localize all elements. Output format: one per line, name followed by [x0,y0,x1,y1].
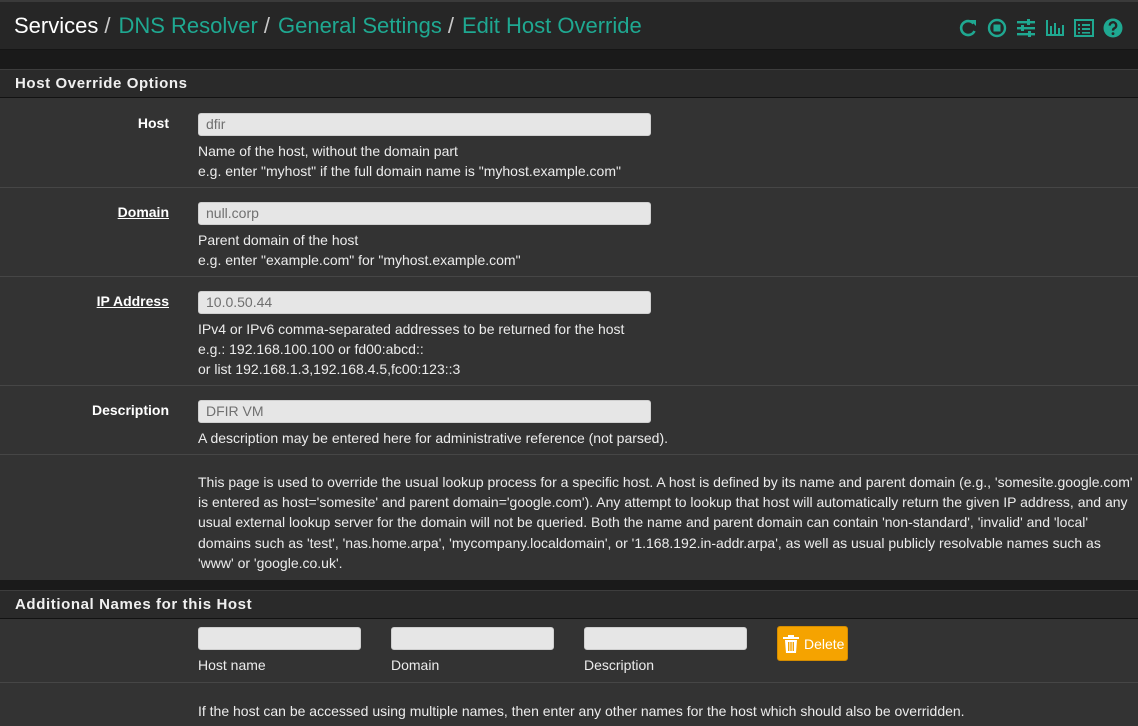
description-row: Description DFIR VM A description may be… [0,386,1138,455]
breadcrumb-separator: / [104,13,111,38]
additional-host-name-input[interactable] [198,627,361,650]
log-list-icon[interactable] [1073,17,1095,39]
ip-help-line3: or list 192.168.1.3,192.168.4.5,fc00:123… [198,361,461,377]
domain-input[interactable]: null.corp [198,202,651,225]
delete-button[interactable]: Delete [777,626,848,661]
breadcrumb-separator: / [263,13,270,38]
spacer-strip [0,50,1138,69]
domain-help-line1: Parent domain of the host [198,232,359,248]
host-override-info-text: This page is used to override the usual … [198,474,1133,571]
host-name-sublabel: Host name [198,657,266,673]
breadcrumb-services[interactable]: Services [14,13,98,38]
host-help-line1: Name of the host, without the domain par… [198,143,458,159]
ip-help-line2: e.g.: 192.168.100.100 or fd00:abcd:: [198,341,424,357]
breadcrumb-general-settings[interactable]: General Settings [278,13,442,38]
settings-sliders-icon[interactable] [1015,17,1037,39]
delete-button-label: Delete [804,635,845,652]
host-row: Host dfir Name of the host, without the … [0,98,1138,188]
host-input[interactable]: dfir [198,113,651,136]
ip-help-line1: IPv4 or IPv6 comma-separated addresses t… [198,321,625,337]
domain-row: Domain null.corp Parent domain of the ho… [0,188,1138,277]
breadcrumb: Services / DNS Resolver / General Settings / E… [14,13,642,39]
ip-address-input[interactable]: 10.0.50.44 [198,291,651,314]
description-input[interactable]: DFIR VM [198,400,651,423]
bar-chart-icon[interactable] [1044,17,1066,39]
breadcrumb-separator: / [447,13,454,38]
additional-names-info-row: If the host can be accessed using multip… [0,683,1138,726]
spacer-strip [0,580,1138,590]
breadcrumb-edit-host-override[interactable]: Edit Host Override [462,13,642,38]
additional-names-info-text: If the host can be accessed using multip… [198,703,965,719]
page-header: Services / DNS Resolver / General Settings / E… [0,0,1138,50]
reload-icon[interactable] [957,17,979,39]
breadcrumb-dns-resolver[interactable]: DNS Resolver [118,13,257,38]
description-label: Description [91,402,169,418]
description-help: A description may be entered here for ad… [198,430,669,446]
header-icons [957,17,1124,39]
additional-description-input[interactable] [584,627,747,650]
help-icon[interactable] [1102,17,1124,39]
host-override-options-heading: Host Override Options [0,69,1138,98]
ip-address-label[interactable]: IP Address [97,293,169,309]
trash-icon [783,634,799,653]
info-row: This page is used to override the usual … [0,455,1138,580]
additional-domain-input[interactable] [391,627,554,650]
ip-address-row: IP Address 10.0.50.44 IPv4 or IPv6 comma… [0,277,1138,386]
host-help-line2: e.g. enter "myhost" if the full domain n… [198,163,621,179]
domain-sublabel: Domain [391,657,440,673]
domain-label[interactable]: Domain [118,204,169,220]
additional-names-heading: Additional Names for this Host [0,590,1138,619]
additional-names-row: Host name Domain Description [0,619,1138,683]
stop-icon[interactable] [986,17,1008,39]
description-sublabel: Description [584,657,655,673]
domain-help-line2: e.g. enter "example.com" for "myhost.exa… [198,252,521,268]
host-label: Host [137,115,169,131]
